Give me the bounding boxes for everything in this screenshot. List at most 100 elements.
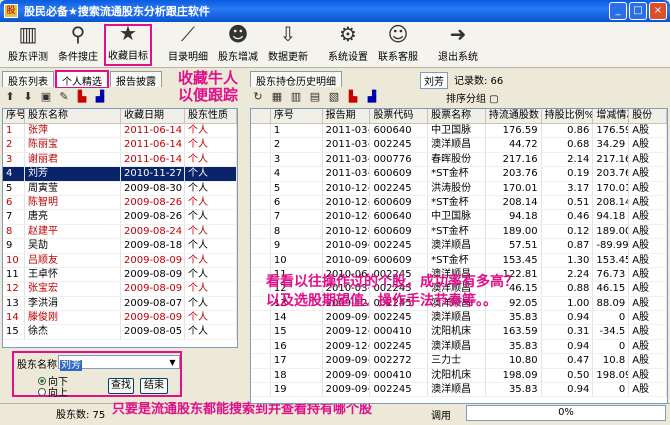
table-cell: 0.12 (542, 224, 594, 239)
table-row[interactable]: 11 王卓怀 2009-08-09 个人 (3, 267, 237, 283)
tab-holding-history[interactable]: 股东持仓历史明细 (250, 71, 342, 88)
column-header[interactable]: 股票名称 (428, 109, 486, 123)
table-row[interactable]: 2 陈丽宝 2011-06-14 个人 (3, 138, 237, 153)
column-header[interactable]: 持股比例% (542, 109, 594, 123)
refresh-icon[interactable]: ↻ (250, 89, 266, 105)
table-row[interactable]: 4 刘芳 2010-11-27 个人 (3, 167, 237, 182)
table-cell: 赵建平 (25, 224, 121, 239)
toolbar-smiley-button[interactable]: ☺ 联系客服 (374, 22, 422, 66)
table-row[interactable]: 92010-09-30002245澳洋顺昌57.510.87-89.99A股 (251, 239, 667, 254)
table-cell: 个人 (185, 267, 237, 282)
table-row[interactable]: 62010-12-31600609*ST金杯208.140.51208.14A股 (251, 195, 667, 211)
row-marker (251, 210, 271, 224)
toolbar-download-button[interactable]: ⇩ 数据更新 (264, 22, 312, 66)
camera-icon[interactable]: ▣ (38, 89, 54, 105)
table-row[interactable]: 172009-09-30002272三力士10.800.4710.8A股 (251, 354, 667, 369)
find-button[interactable]: 查找 (108, 378, 134, 394)
table-row[interactable]: 5 周寅莹 2009-08-30 个人 (3, 181, 237, 196)
column-header[interactable]: 序号 (3, 109, 25, 123)
table-row[interactable]: 6 陈智明 2009-08-26 个人 (3, 195, 237, 211)
toolbar-magnifier-button[interactable]: ⚲ 条件搜庄 (54, 22, 102, 66)
toolbar-exit-arrow-button[interactable]: ➜ 退出系统 (434, 22, 482, 66)
column-header[interactable]: 序号 (271, 109, 323, 123)
table-row[interactable]: 162009-12-31002245澳洋顺昌35.830.940A股 (251, 339, 667, 355)
table-row[interactable]: 52010-12-31002245洪涛股份170.013.17170.01A股 (251, 181, 667, 196)
table-row[interactable]: 82010-12-31600609*ST金杯189.000.12189.00A股 (251, 224, 667, 240)
table-cell: 澳洋顺昌 (428, 138, 486, 152)
chart-alt-icon[interactable]: ▟ (92, 89, 108, 105)
table-row[interactable]: 8 赵建平 2009-08-24 个人 (3, 224, 237, 240)
table-row[interactable]: 102010-09-30600609*ST金杯153.451.30153.45A… (251, 253, 667, 268)
minimize-button[interactable]: _ (609, 2, 627, 20)
end-button[interactable]: 结束 (140, 378, 168, 394)
table-row[interactable]: 15 徐杰 2009-08-05 个人 (3, 325, 237, 340)
table-row[interactable]: 32011-03-31000776春晖股份217.162.14217.16A股 (251, 152, 667, 168)
toolbar-add-user-button[interactable]: ☻ 股东增减 (214, 22, 262, 66)
direction-up-radio[interactable]: 向上 (38, 384, 68, 399)
arrow-up-icon[interactable]: ⬆ (2, 89, 18, 105)
toolbar-gear-button[interactable]: ⚙ 系统设置 (324, 22, 372, 66)
chart-icon[interactable]: ▙ (74, 89, 90, 105)
close-button[interactable]: × (649, 2, 667, 20)
bar-chart-icon[interactable]: ▙ (345, 89, 361, 105)
column-header[interactable]: 增减情况 (593, 109, 630, 123)
row-marker (251, 253, 271, 267)
maximize-button[interactable]: □ (629, 2, 647, 20)
exit-arrow-icon: ➜ (449, 22, 467, 46)
overlay-annotation: 看看以往操作过的个股，成功率有多高？ 以及选股期望值、操作手法节奏等。。 (266, 273, 518, 311)
image-icon[interactable]: ▧ (326, 89, 342, 105)
table-cell: 2010-12-31 (323, 210, 371, 224)
table-row[interactable]: 12011-03-31600640中卫国脉176.590.86176.59A股 (251, 124, 667, 139)
holder-count: 股东数: 75 (56, 410, 106, 421)
tab-report-disclosure[interactable]: 报告披露 (110, 71, 162, 88)
table-row[interactable]: 152009-12-31000410沈阳机床163.590.31-34.5A股 (251, 325, 667, 340)
column-header[interactable]: 股票代码 (370, 109, 429, 123)
column-header[interactable]: 报告期 (323, 109, 371, 123)
table-cell: 198.09 (486, 368, 542, 383)
table-row[interactable]: 142009-09-30002245澳洋顺昌35.830.940A股 (251, 311, 667, 326)
table-row[interactable]: 10 吕顺友 2009-08-09 个人 (3, 253, 237, 268)
column-header[interactable]: 持流通股数 (486, 109, 542, 123)
table-row[interactable]: 14 滕俊刚 2009-08-09 个人 (3, 311, 237, 326)
line-chart-icon[interactable]: ▟ (364, 89, 380, 105)
table-row[interactable]: 182009-09-30000410沈阳机床198.090.50198.09A股 (251, 368, 667, 384)
toolbar-star-button[interactable]: ★ 收藏目标 (104, 21, 152, 66)
arrow-down-icon[interactable]: ⬇ (20, 89, 36, 105)
table-cell: 滕俊刚 (25, 311, 121, 325)
table-cell: 2010-12-31 (323, 181, 371, 195)
table-row[interactable]: 1 张萍 2011-06-14 个人 (3, 124, 237, 139)
table-row[interactable]: 22011-03-31002245澳洋顺昌44.720.6834.29A股 (251, 138, 667, 153)
table-row[interactable]: 192009-09-30002245澳洋顺昌35.830.940A股 (251, 383, 667, 398)
grid-icon[interactable]: ▦ (269, 89, 285, 105)
column-header[interactable]: 股份 (629, 109, 667, 123)
holder-name-input[interactable]: 刘芳 ▼ (58, 355, 180, 371)
column-header[interactable]: 股东名称 (25, 109, 121, 123)
table-cell: 2010-12-31 (323, 224, 371, 239)
table-cell: 春晖股份 (428, 152, 486, 167)
columns-icon[interactable]: ▥ (288, 89, 304, 105)
table-row[interactable]: 13 李洪涓 2009-08-07 个人 (3, 296, 237, 312)
tab-personal-picks[interactable]: 个人精选 (55, 70, 109, 88)
table-row[interactable]: 72010-12-31600640中卫国脉94.180.4694.18A股 (251, 210, 667, 225)
table-cell: 000776 (370, 152, 429, 167)
toolbar-trend-chart-button[interactable]: ⟋ 目录明细 (164, 22, 212, 66)
column-header[interactable]: 收藏日期 (121, 109, 185, 123)
table-row[interactable]: 42011-03-31600609*ST金杯203.760.19203.76A股 (251, 167, 667, 182)
table-row[interactable]: 12 张宝宏 2009-08-09 个人 (3, 282, 237, 297)
edit-icon[interactable]: ✎ (56, 89, 72, 105)
table-icon[interactable]: ▤ (307, 89, 323, 105)
table-cell: 2009-09-30 (323, 368, 371, 383)
table-cell: 8 (271, 224, 323, 239)
chevron-down-icon[interactable]: ▼ (167, 357, 178, 368)
table-row[interactable]: 7 唐亮 2009-08-26 个人 (3, 210, 237, 225)
table-cell: 2011-06-14 (121, 138, 185, 152)
table-cell: A股 (629, 152, 667, 167)
column-header[interactable]: 股东性质 (185, 109, 237, 123)
sort-group-toggle[interactable]: 排序分组 ▢ (446, 90, 499, 105)
toolbar-bar-chart-button[interactable]: ▥ 股东评测 (4, 22, 52, 66)
table-row[interactable]: 9 吴劼 2009-08-18 个人 (3, 239, 237, 254)
table-row[interactable]: 3 谢丽君 2011-06-14 个人 (3, 152, 237, 168)
row-marker (251, 124, 271, 138)
table-cell: 002245 (370, 138, 429, 152)
tab-holder-list[interactable]: 股东列表 (2, 71, 54, 88)
